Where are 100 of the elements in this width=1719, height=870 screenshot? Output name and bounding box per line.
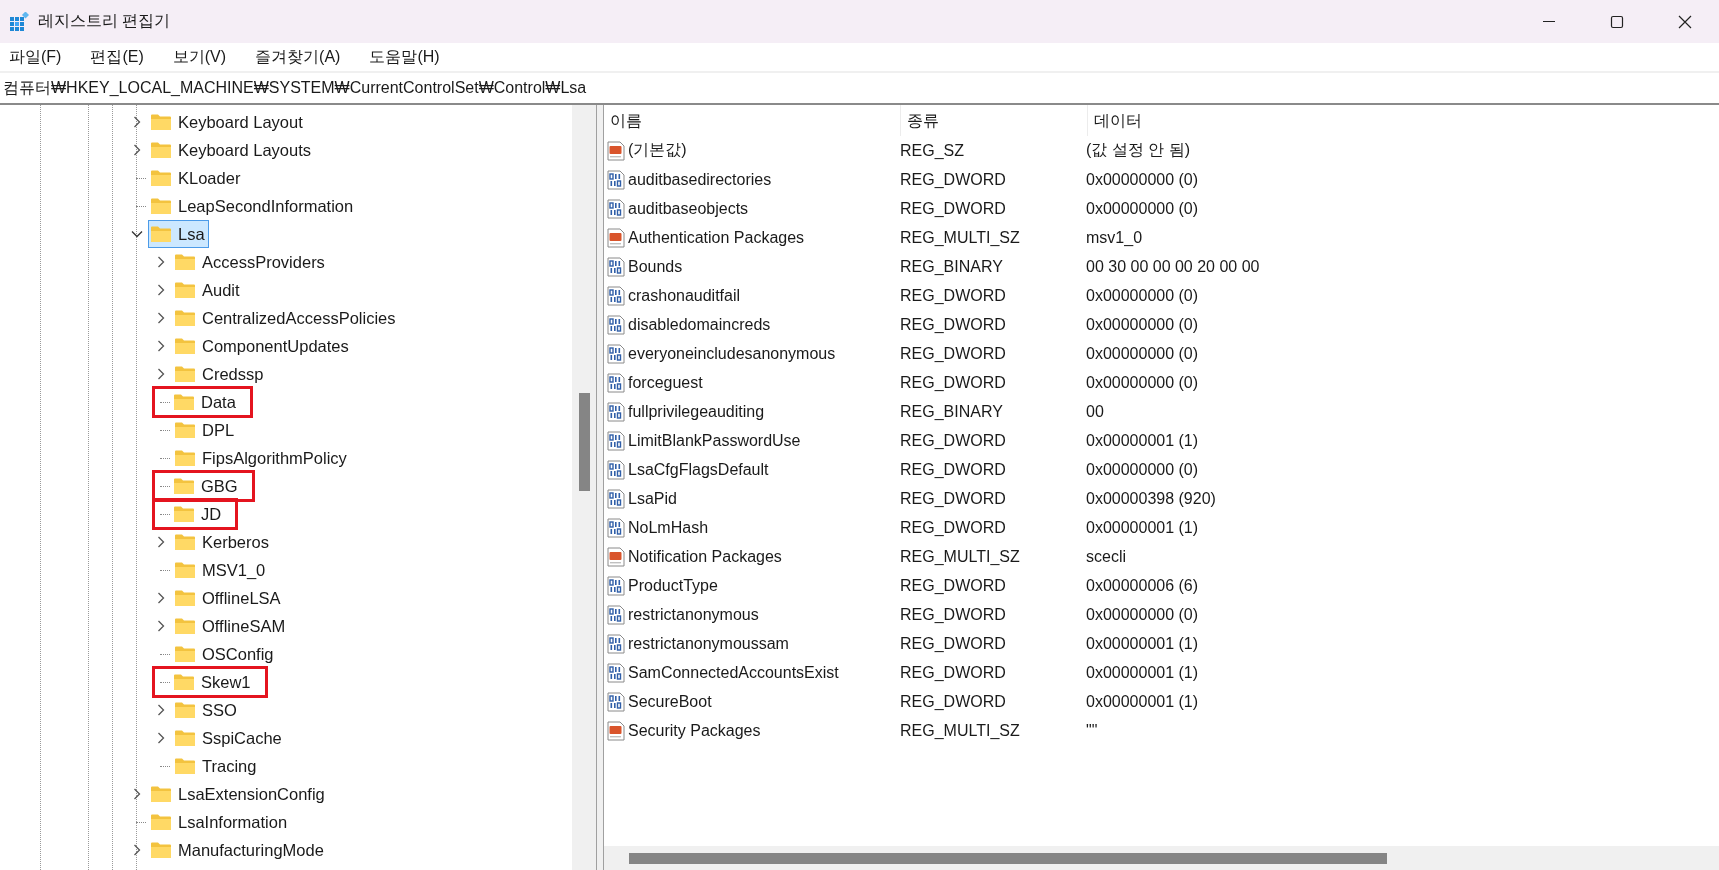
chevron-down-icon[interactable] bbox=[131, 228, 143, 240]
folder-icon bbox=[174, 533, 196, 551]
tree-item[interactable]: OfflineLSA bbox=[172, 584, 285, 612]
tree-item[interactable]: Credssp bbox=[172, 360, 268, 388]
chevron-right-icon[interactable] bbox=[155, 340, 167, 352]
tree-item[interactable]: Keyboard Layouts bbox=[148, 136, 315, 164]
value-name[interactable]: restrictanonymoussam bbox=[628, 634, 789, 653]
tree-item[interactable]: Kerberos bbox=[172, 528, 273, 556]
scrollbar-thumb[interactable] bbox=[629, 853, 1387, 864]
value-name[interactable]: SamConnectedAccountsExist bbox=[628, 663, 839, 682]
column-header[interactable]: 데이터 bbox=[1088, 105, 1142, 136]
horizontal-scrollbar[interactable] bbox=[604, 846, 1719, 870]
window-title: 레지스트리 편집기 bbox=[38, 11, 171, 31]
value-name[interactable]: auditbaseobjects bbox=[628, 199, 749, 218]
tree-item[interactable]: DPL bbox=[172, 416, 239, 444]
chevron-right-icon[interactable] bbox=[155, 536, 167, 548]
menu-item[interactable]: 도움말(H) bbox=[361, 46, 448, 68]
tree-item[interactable]: Lsa bbox=[148, 220, 209, 248]
chevron-right-icon[interactable] bbox=[131, 116, 143, 128]
value-data: 0x00000001 (1) bbox=[1085, 431, 1199, 450]
value-type: REG_BINARY bbox=[899, 402, 1004, 421]
chevron-right-icon[interactable] bbox=[155, 368, 167, 380]
minimize-icon bbox=[1543, 21, 1555, 22]
value-name[interactable]: restrictanonymous bbox=[628, 605, 759, 624]
tree-item[interactable]: LeapSecondInformation bbox=[148, 192, 358, 220]
value-name[interactable]: NoLmHash bbox=[628, 518, 709, 537]
tree-item[interactable]: Data bbox=[152, 386, 253, 418]
value-name[interactable]: LimitBlankPasswordUse bbox=[628, 431, 801, 450]
value-name[interactable]: crashonauditfail bbox=[628, 286, 741, 305]
value-name[interactable]: SecureBoot bbox=[628, 692, 712, 711]
folder-icon bbox=[173, 477, 195, 495]
value-name[interactable]: fullprivilegeauditing bbox=[628, 402, 765, 421]
value-data: 0x00000001 (1) bbox=[1085, 518, 1199, 537]
chevron-right-icon[interactable] bbox=[155, 284, 167, 296]
value-data: 0x00000000 (0) bbox=[1085, 315, 1199, 334]
tree-item[interactable]: MSV1_0 bbox=[172, 556, 270, 584]
value-name[interactable]: (기본값) bbox=[628, 140, 687, 161]
column-header[interactable]: 종류 bbox=[901, 105, 1088, 136]
tree-item[interactable]: LsaExtensionConfig bbox=[148, 780, 329, 808]
menu-item[interactable]: 보기(V) bbox=[164, 46, 235, 68]
chevron-right-icon[interactable] bbox=[155, 592, 167, 604]
value-name[interactable]: forceguest bbox=[628, 373, 703, 392]
registry-cubes-icon bbox=[9, 11, 29, 32]
tree-item[interactable]: CentralizedAccessPolicies bbox=[172, 304, 400, 332]
chevron-right-icon[interactable] bbox=[155, 732, 167, 744]
value-data: 00 30 00 00 00 20 00 00 bbox=[1085, 257, 1260, 276]
value-name[interactable]: Authentication Packages bbox=[628, 228, 805, 247]
menu-item[interactable]: 편집(E) bbox=[82, 46, 152, 68]
value-name[interactable]: ProductType bbox=[628, 576, 718, 595]
tree-item[interactable]: JD bbox=[152, 498, 239, 530]
tree-item[interactable]: OSConfig bbox=[172, 640, 278, 668]
chevron-right-icon[interactable] bbox=[131, 788, 143, 800]
value-name[interactable]: LsaPid bbox=[628, 489, 677, 508]
menu-item[interactable]: 파일(F) bbox=[0, 46, 70, 68]
scrollbar-thumb[interactable] bbox=[579, 393, 590, 491]
folder-icon bbox=[174, 449, 196, 467]
tree-item[interactable]: Keyboard Layout bbox=[148, 108, 307, 136]
tree-item[interactable]: Skew1 bbox=[152, 666, 268, 698]
value-name[interactable]: LsaCfgFlagsDefault bbox=[628, 460, 769, 479]
value-type: REG_DWORD bbox=[899, 518, 1007, 537]
chevron-right-icon[interactable] bbox=[155, 312, 167, 324]
close-icon bbox=[1678, 14, 1692, 29]
value-type: REG_DWORD bbox=[899, 199, 1007, 218]
value-data: (값 설정 안 됨) bbox=[1085, 140, 1190, 160]
value-name[interactable]: auditbasedirectories bbox=[628, 170, 772, 189]
value-name[interactable]: Bounds bbox=[628, 257, 683, 276]
tree-item[interactable]: Audit bbox=[172, 276, 244, 304]
tree-item[interactable]: AccessProviders bbox=[172, 248, 329, 276]
tree-item[interactable]: SspiCache bbox=[172, 724, 286, 752]
value-type: REG_DWORD bbox=[899, 286, 1007, 305]
tree-item[interactable]: Tracing bbox=[172, 752, 261, 780]
vertical-scrollbar[interactable] bbox=[572, 105, 596, 870]
value-name[interactable]: disabledomaincreds bbox=[628, 315, 771, 334]
value-name[interactable]: everyoneincludesanonymous bbox=[628, 344, 836, 363]
tree-item[interactable]: LsaInformation bbox=[148, 808, 292, 836]
folder-icon bbox=[174, 757, 196, 775]
value-type: REG_DWORD bbox=[899, 170, 1007, 189]
column-header[interactable]: 이름 bbox=[604, 105, 901, 136]
value-data: msv1_0 bbox=[1085, 228, 1143, 247]
chevron-right-icon[interactable] bbox=[155, 256, 167, 268]
tree-item[interactable]: KLoader bbox=[148, 164, 245, 192]
value-name[interactable]: Notification Packages bbox=[628, 547, 782, 566]
folder-icon bbox=[150, 197, 172, 215]
chevron-right-icon[interactable] bbox=[131, 144, 143, 156]
chevron-right-icon[interactable] bbox=[155, 620, 167, 632]
menu-item[interactable]: 즐겨찾기(A) bbox=[247, 46, 349, 68]
folder-icon bbox=[150, 113, 172, 131]
chevron-right-icon[interactable] bbox=[155, 704, 167, 716]
folder-icon bbox=[150, 225, 172, 243]
tree-item[interactable]: GBG bbox=[152, 470, 255, 502]
address-bar[interactable]: 컴퓨터₩HKEY_LOCAL_MACHINE₩SYSTEM₩CurrentControlSet₩Control₩Lsa bbox=[0, 73, 1719, 105]
tree-item[interactable]: SSO bbox=[172, 696, 241, 724]
tree-item[interactable]: FipsAlgorithmPolicy bbox=[172, 444, 351, 472]
value-type: REG_DWORD bbox=[899, 373, 1007, 392]
tree-item[interactable]: ManufacturingMode bbox=[148, 836, 328, 864]
folder-icon bbox=[174, 337, 196, 355]
tree-item[interactable]: ComponentUpdates bbox=[172, 332, 353, 360]
chevron-right-icon[interactable] bbox=[131, 844, 143, 856]
tree-item[interactable]: OfflineSAM bbox=[172, 612, 290, 640]
value-name[interactable]: Security Packages bbox=[628, 721, 761, 740]
